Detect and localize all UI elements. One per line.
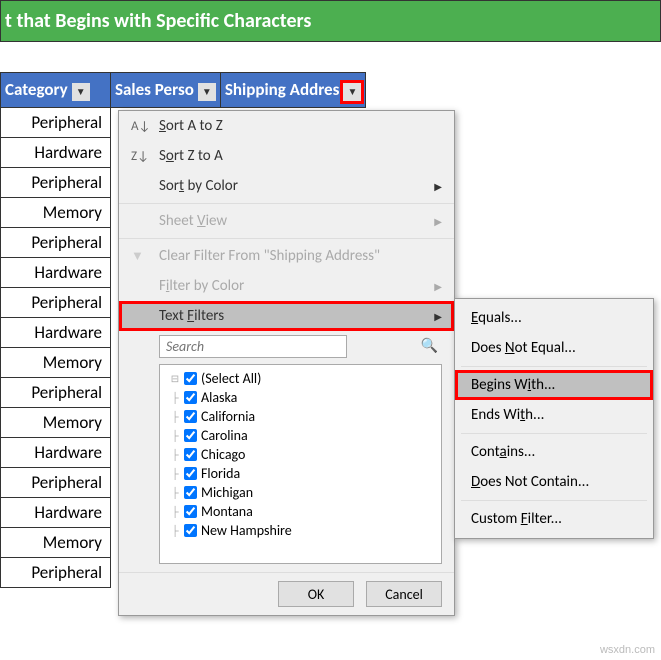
list-item[interactable]: ├Alaska xyxy=(164,388,437,407)
watermark: wsxdn.com xyxy=(600,644,655,656)
table-cell[interactable]: Hardware xyxy=(1,317,111,347)
checkbox[interactable] xyxy=(184,372,197,385)
ends-with-item[interactable]: Ends With... xyxy=(455,400,653,430)
text-filters-submenu: Equals... Does Not Equal... Begins With.… xyxy=(454,298,654,539)
checkbox[interactable] xyxy=(184,486,197,499)
search-icon[interactable]: 🔍 xyxy=(421,337,438,354)
header-label: Sales Perso xyxy=(115,79,194,100)
list-item[interactable]: ├California xyxy=(164,407,437,426)
not-contain-item[interactable]: Does Not Contain... xyxy=(455,467,653,497)
header-category[interactable]: Category▼ xyxy=(1,73,111,108)
ok-button[interactable]: OK xyxy=(278,581,354,607)
search-input[interactable] xyxy=(159,335,347,358)
clear-filter: ▼Clear Filter From "Shipping Address" xyxy=(119,241,454,271)
sheet-view: Sheet View ▶ xyxy=(119,206,454,236)
table-cell[interactable]: Peripheral xyxy=(1,287,111,317)
sort-by-color[interactable]: Sort by Color ▶ xyxy=(119,171,454,201)
table-cell[interactable]: Hardware xyxy=(1,497,111,527)
checkbox[interactable] xyxy=(184,524,197,537)
header-label: Shipping Addres xyxy=(225,79,340,100)
checkbox[interactable] xyxy=(184,391,197,404)
filter-values-list[interactable]: ⊟(Select All) ├Alaska ├California ├Carol… xyxy=(159,364,442,564)
funnel-clear-icon: ▼ xyxy=(131,248,159,264)
begins-with-item[interactable]: Begins With... xyxy=(455,370,653,400)
table-cell[interactable]: Memory xyxy=(1,527,111,557)
checkbox[interactable] xyxy=(184,410,197,423)
checkbox[interactable] xyxy=(184,467,197,480)
table-cell[interactable]: Peripheral xyxy=(1,107,111,137)
menu-label: Text Filters xyxy=(159,307,224,325)
list-label: California xyxy=(201,408,255,425)
chevron-right-icon: ▶ xyxy=(434,280,442,293)
checkbox[interactable] xyxy=(184,448,197,461)
list-item[interactable]: ├Chicago xyxy=(164,445,437,464)
checkbox[interactable] xyxy=(184,429,197,442)
menu-separator xyxy=(461,366,647,367)
menu-separator xyxy=(119,238,454,239)
list-label: Alaska xyxy=(201,389,237,406)
list-label: Michigan xyxy=(201,484,253,501)
custom-filter-item[interactable]: Custom Filter... xyxy=(455,504,653,534)
dropdown-icon[interactable]: ▼ xyxy=(72,83,90,101)
text-filters[interactable]: Text Filters ▶ xyxy=(119,301,454,331)
header-sales[interactable]: Sales Perso▼ xyxy=(111,73,221,108)
page-title: t that Begins with Specific Characters xyxy=(0,0,661,42)
table-cell[interactable]: Peripheral xyxy=(1,377,111,407)
list-item[interactable]: ├New Hampshire xyxy=(164,521,437,540)
filter-dropdown-menu: A↓Sort A to Z Z↓Sort Z to A Sort by Colo… xyxy=(118,110,455,616)
table-cell[interactable]: Peripheral xyxy=(1,227,111,257)
sort-za-icon: Z↓ xyxy=(131,149,159,164)
dropdown-icon[interactable]: ▼ xyxy=(198,83,216,101)
menu-label: Filter by Color xyxy=(159,277,244,295)
table-cell[interactable]: Memory xyxy=(1,407,111,437)
menu-label: Sort by Color xyxy=(159,177,238,195)
menu-separator xyxy=(461,433,647,434)
table-cell[interactable]: Peripheral xyxy=(1,167,111,197)
table-cell[interactable]: Hardware xyxy=(1,137,111,167)
filter-by-color: Filter by Color ▶ xyxy=(119,271,454,301)
list-label: Montana xyxy=(201,503,253,520)
menu-label: Sheet View xyxy=(159,212,227,230)
cancel-button[interactable]: Cancel xyxy=(366,581,442,607)
checkbox[interactable] xyxy=(184,505,197,518)
list-label: Chicago xyxy=(201,446,245,463)
table-cell[interactable]: Peripheral xyxy=(1,467,111,497)
equals-item[interactable]: Equals... xyxy=(455,303,653,333)
table-header-row: Category▼ Sales Perso▼ Shipping Addres▼ xyxy=(1,73,366,108)
sort-za[interactable]: Z↓Sort Z to A xyxy=(119,141,454,171)
chevron-right-icon: ▶ xyxy=(434,310,442,323)
menu-label: Clear Filter From "Shipping Address" xyxy=(159,247,380,265)
list-label: Florida xyxy=(201,465,240,482)
menu-label: Sort Z to A xyxy=(159,147,223,165)
search-row: 🔍 xyxy=(119,331,454,362)
table-cell[interactable]: Peripheral xyxy=(1,557,111,587)
table-cell[interactable]: Memory xyxy=(1,197,111,227)
table-cell[interactable]: Hardware xyxy=(1,257,111,287)
header-shipping[interactable]: Shipping Addres▼ xyxy=(220,73,366,108)
dropdown-icon[interactable]: ▼ xyxy=(343,83,361,101)
list-label: New Hampshire xyxy=(201,522,292,539)
header-label: Category xyxy=(5,79,68,100)
list-item[interactable]: ├Carolina xyxy=(164,426,437,445)
table-cell[interactable]: Hardware xyxy=(1,437,111,467)
chevron-right-icon: ▶ xyxy=(434,180,442,193)
list-label: (Select All) xyxy=(201,370,261,387)
menu-separator xyxy=(461,500,647,501)
contains-item[interactable]: Contains... xyxy=(455,437,653,467)
sort-az-icon: A↓ xyxy=(131,119,159,134)
menu-separator xyxy=(119,203,454,204)
chevron-right-icon: ▶ xyxy=(434,215,442,228)
menu-label: Sort A to Z xyxy=(159,117,223,135)
list-item[interactable]: ├Florida xyxy=(164,464,437,483)
list-item[interactable]: ├Michigan xyxy=(164,483,437,502)
list-label: Carolina xyxy=(201,427,248,444)
list-item[interactable]: ├Montana xyxy=(164,502,437,521)
sort-az[interactable]: A↓Sort A to Z xyxy=(119,111,454,141)
button-row: OK Cancel xyxy=(119,572,454,615)
list-item[interactable]: ⊟(Select All) xyxy=(164,369,437,388)
table-cell[interactable]: Memory xyxy=(1,347,111,377)
not-equal-item[interactable]: Does Not Equal... xyxy=(455,333,653,363)
